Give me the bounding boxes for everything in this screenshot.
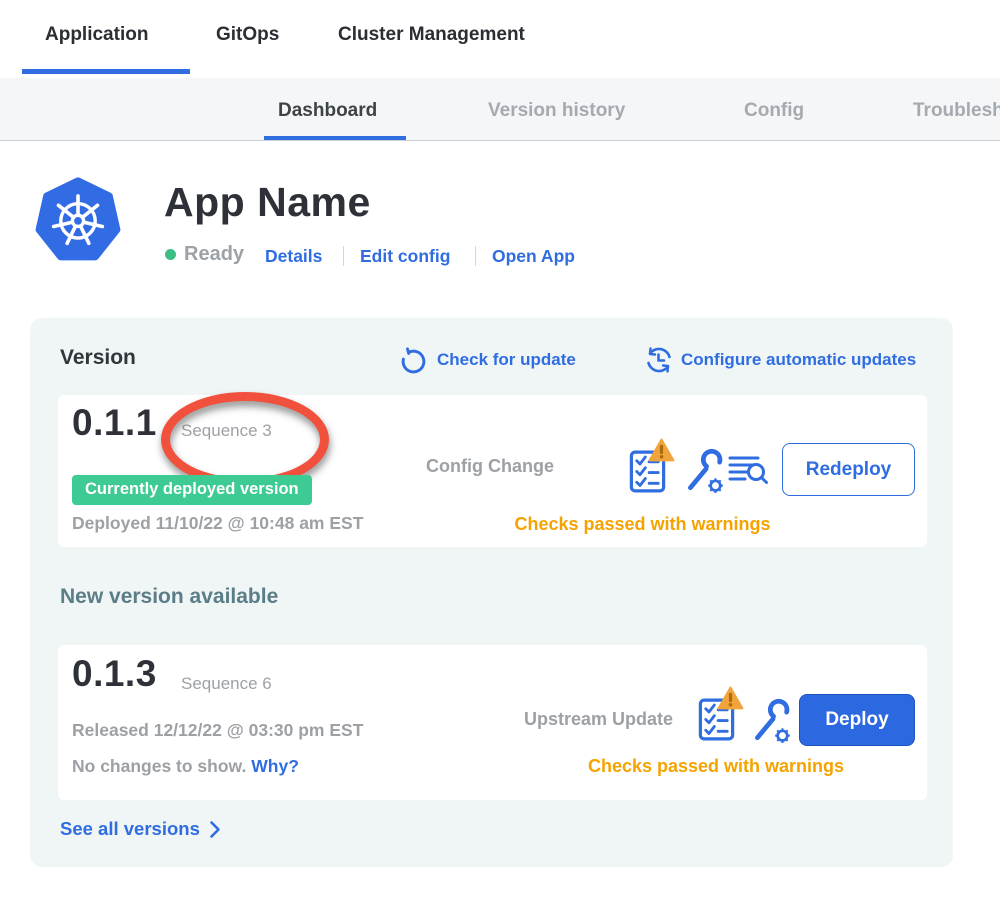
- current-version-sequence: Sequence 3: [181, 421, 272, 441]
- open-app-link[interactable]: Open App: [492, 246, 575, 267]
- no-changes-row: No changes to show. Why?: [72, 756, 299, 777]
- warning-triangle-icon: [648, 438, 675, 467]
- tab-config[interactable]: Config: [744, 100, 804, 122]
- see-all-versions-link[interactable]: See all versions: [60, 818, 221, 840]
- configure-automatic-updates-link[interactable]: Configure automatic updates: [681, 350, 916, 370]
- tab-cluster-management[interactable]: Cluster Management: [338, 24, 525, 46]
- tab-application[interactable]: Application: [45, 24, 148, 46]
- status-dot: [165, 249, 176, 260]
- tab-gitops[interactable]: GitOps: [216, 24, 279, 46]
- auto-update-icon[interactable]: [644, 345, 674, 380]
- details-link[interactable]: Details: [265, 246, 322, 267]
- tab-version-history[interactable]: Version history: [488, 100, 625, 122]
- new-version-number: 0.1.3: [72, 653, 157, 695]
- deploy-button[interactable]: Deploy: [799, 694, 915, 746]
- refresh-icon[interactable]: [400, 347, 427, 379]
- new-version-heading: New version available: [60, 585, 278, 609]
- config-wrench-icon[interactable]: [684, 448, 726, 499]
- version-source-label: Config Change: [426, 456, 554, 477]
- divider: [343, 246, 344, 266]
- version-heading: Version: [60, 346, 136, 370]
- tab-dashboard[interactable]: Dashboard: [278, 100, 377, 122]
- version-source-label: Upstream Update: [524, 709, 673, 730]
- current-version-number: 0.1.1: [72, 402, 157, 444]
- active-subtab-underline: [264, 136, 406, 140]
- divider: [475, 246, 476, 266]
- currently-deployed-badge: Currently deployed version: [72, 475, 312, 505]
- active-tab-underline: [22, 69, 190, 74]
- new-version-sequence: Sequence 6: [181, 674, 272, 694]
- no-changes-text: No changes to show.: [72, 756, 246, 776]
- redeploy-button[interactable]: Redeploy: [782, 443, 915, 496]
- admin-console-screen: Application GitOps Cluster Management Da…: [0, 0, 1000, 898]
- chevron-right-icon: [209, 820, 221, 839]
- view-diff-icon[interactable]: [728, 453, 768, 492]
- kubernetes-logo-icon: [35, 177, 121, 263]
- why-link[interactable]: Why?: [251, 756, 299, 776]
- check-for-update-link[interactable]: Check for update: [437, 350, 576, 370]
- config-wrench-icon[interactable]: [751, 698, 793, 749]
- checks-status-new: Checks passed with warnings: [541, 756, 891, 777]
- page-title: App Name: [164, 179, 371, 226]
- edit-config-link[interactable]: Edit config: [360, 246, 450, 267]
- status-label: Ready: [184, 243, 244, 266]
- checks-status-current: Checks passed with warnings: [470, 514, 815, 535]
- released-timestamp: Released 12/12/22 @ 03:30 pm EST: [72, 720, 363, 741]
- secondary-nav: Dashboard Version history Config Trouble…: [0, 78, 1000, 141]
- see-all-versions-label: See all versions: [60, 818, 200, 840]
- tab-troubleshoot[interactable]: Troubleshoot: [913, 100, 1000, 122]
- deployed-timestamp: Deployed 11/10/22 @ 10:48 am EST: [72, 513, 363, 534]
- warning-triangle-icon: [717, 686, 744, 715]
